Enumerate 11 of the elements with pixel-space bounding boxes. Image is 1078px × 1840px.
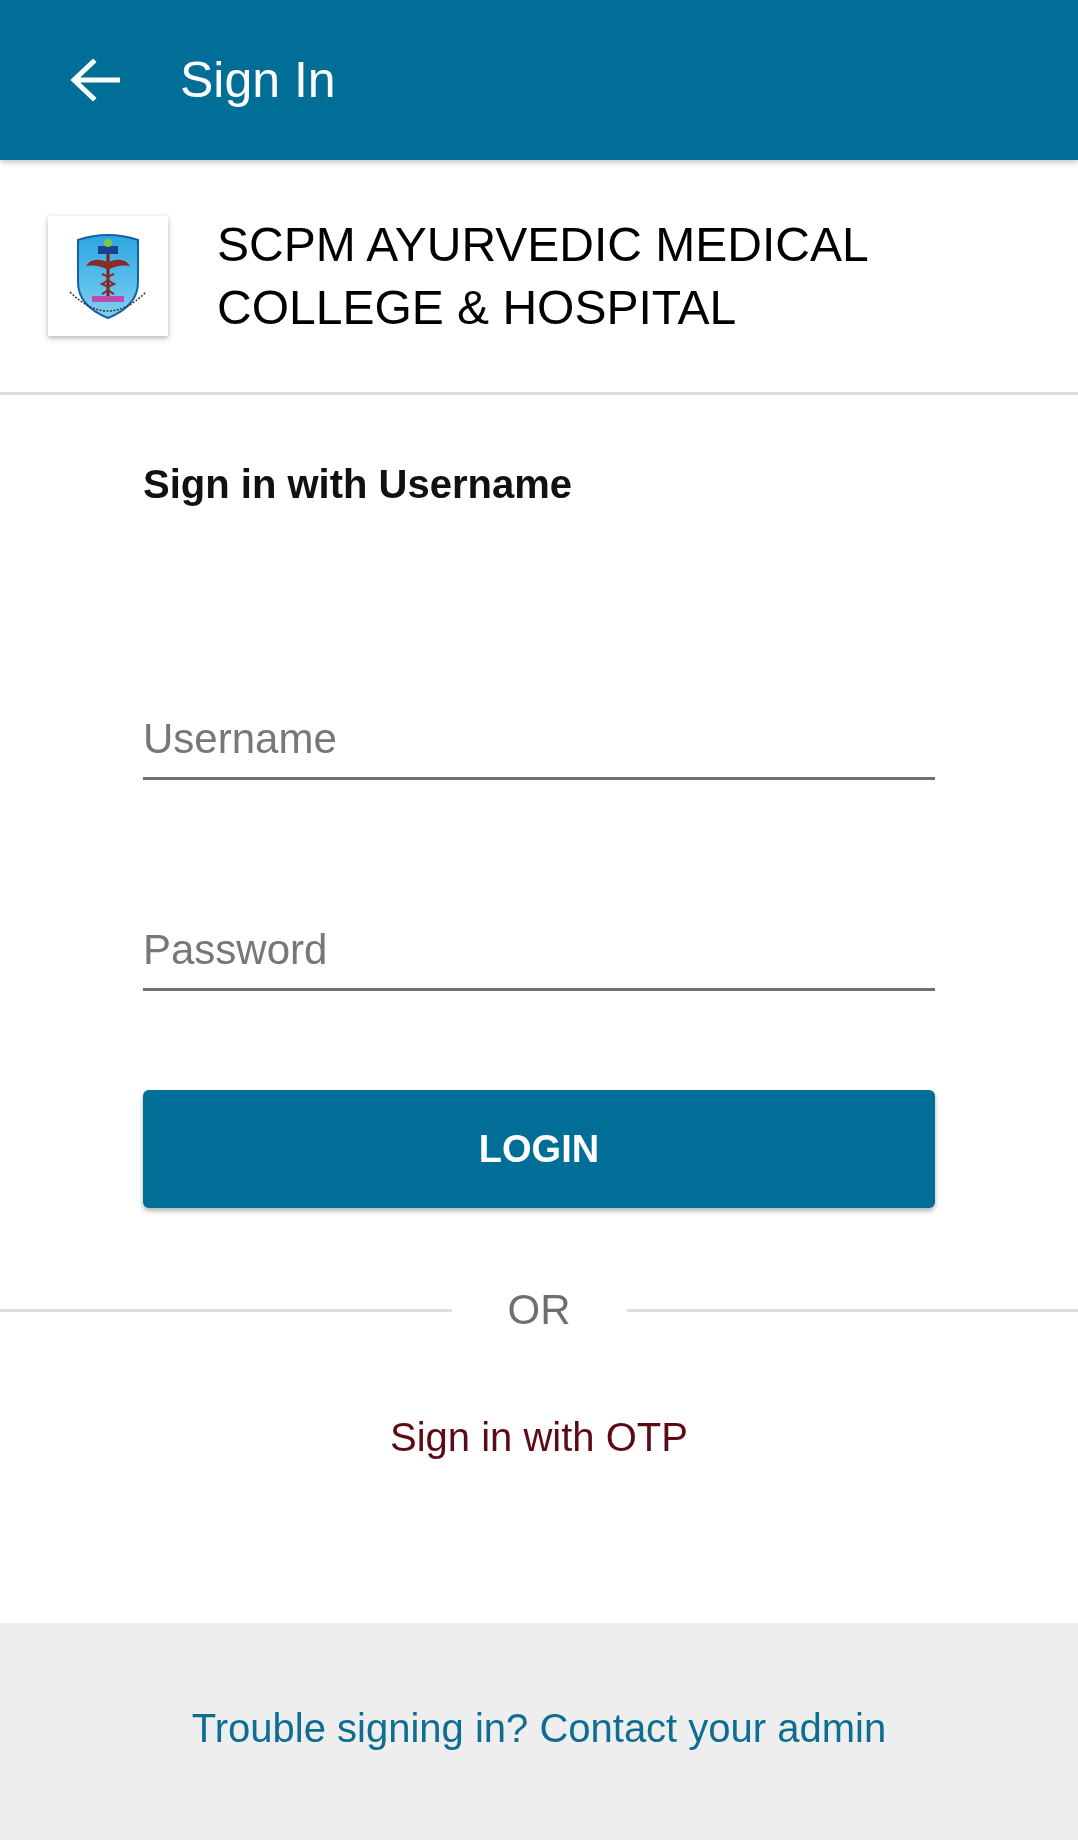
form-heading: Sign in with Username [143, 461, 572, 508]
otp-link[interactable]: Sign in with OTP [390, 1412, 688, 1462]
help-link[interactable]: Trouble signing in? Contact your admin [191, 1703, 887, 1753]
back-arrow-icon[interactable] [70, 59, 120, 101]
shield-logo-icon [48, 216, 168, 336]
login-button[interactable]: LOGIN [143, 1090, 935, 1208]
divider-label: OR [506, 1285, 572, 1335]
institution-name: SCPM AYURVEDIC MEDICAL COLLEGE & HOSPITAL [217, 217, 868, 336]
screen-title: Sign In [180, 51, 336, 110]
input-field[interactable]: Password [143, 911, 935, 991]
input-field[interactable]: Username [143, 700, 935, 780]
